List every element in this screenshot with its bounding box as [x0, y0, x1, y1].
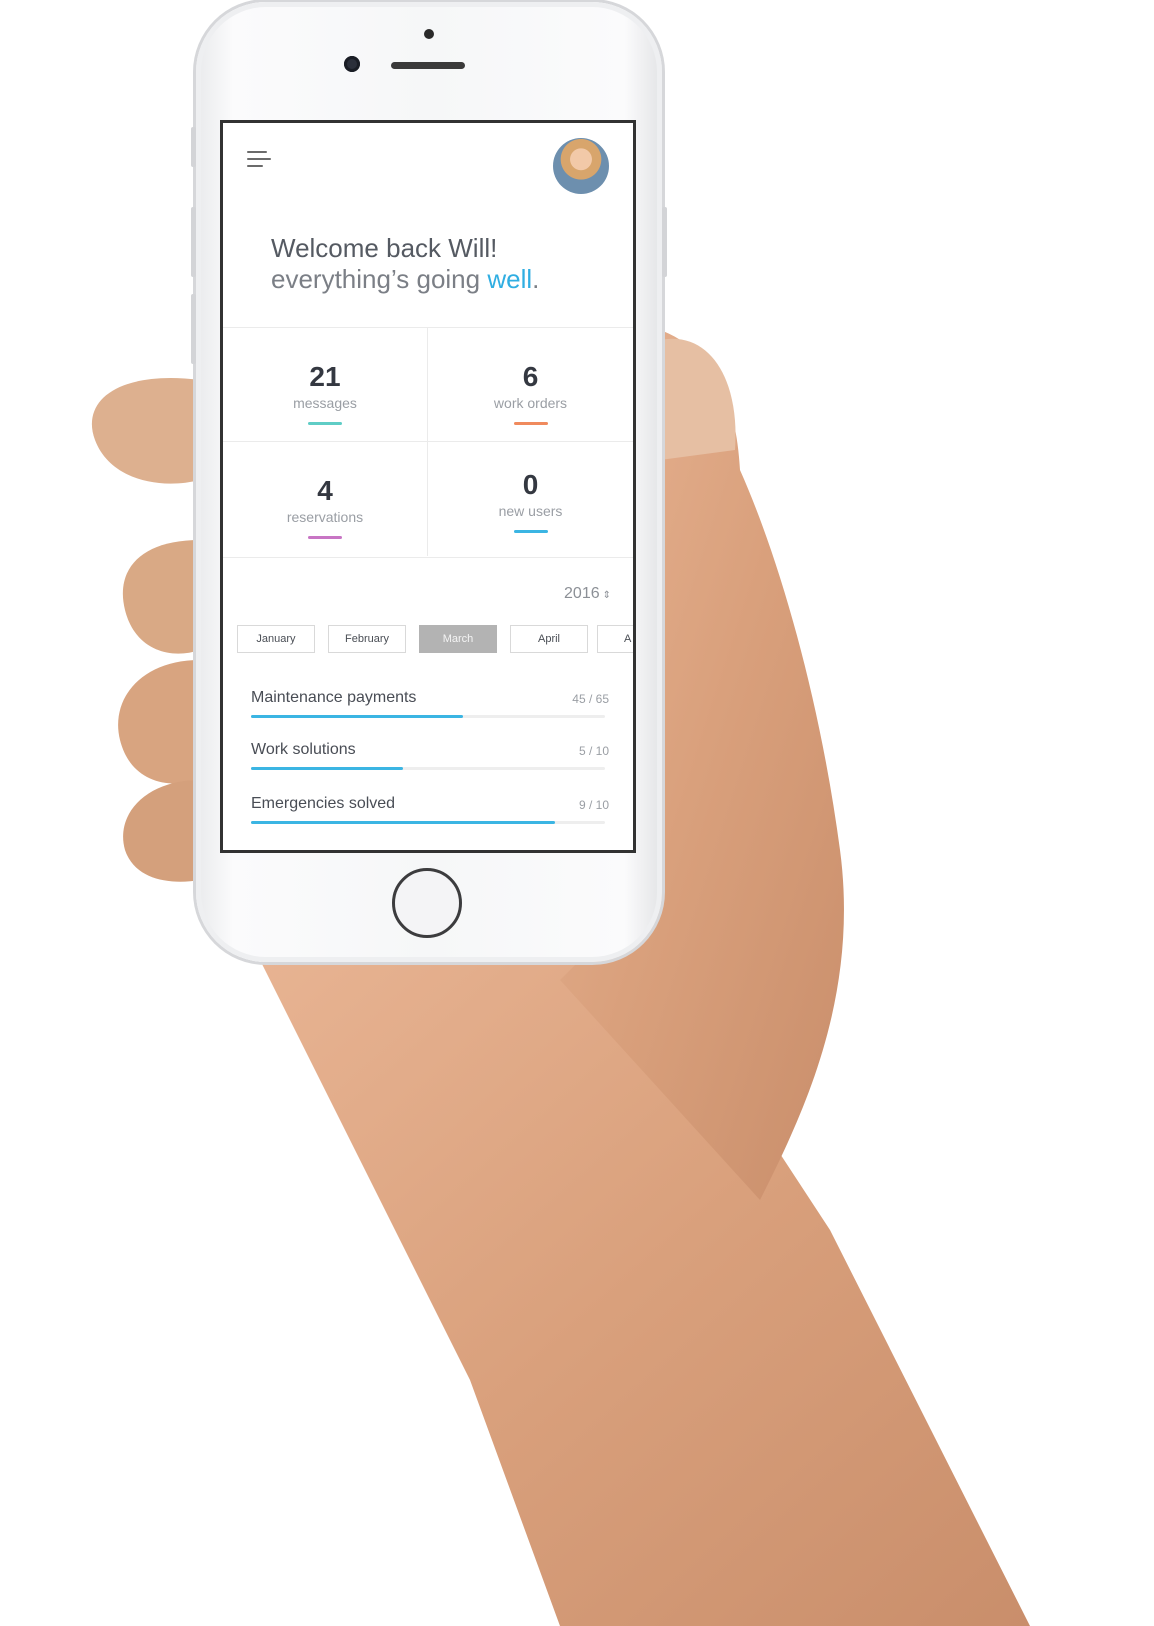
stat-new-users[interactable]: 0 new users	[428, 442, 633, 556]
welcome-title: Welcome back Will!	[271, 233, 498, 263]
year-label: 2016	[564, 585, 600, 602]
welcome-subtitle-accent: well	[487, 264, 533, 294]
stat-value: 4	[317, 475, 333, 506]
front-camera	[344, 56, 360, 72]
welcome-subtitle-text: everything’s going	[271, 264, 488, 294]
welcome-subtitle-period: .	[532, 264, 540, 294]
hamburger-menu-icon[interactable]	[247, 149, 271, 169]
stat-value: 0	[522, 469, 539, 500]
app-screen: Welcome back Will! everything’s going we…	[220, 120, 636, 853]
volume-up-button	[191, 207, 196, 277]
stat-underline	[513, 530, 548, 533]
volume-down-button	[191, 294, 196, 364]
progress-track	[251, 767, 605, 770]
sort-arrows-icon: ⇕	[602, 590, 611, 601]
power-button	[662, 207, 667, 277]
progress-fill	[251, 767, 404, 770]
month-tab[interactable]: April	[510, 625, 588, 653]
progress-count: 45 / 65	[572, 692, 609, 706]
proximity-sensor	[424, 29, 434, 39]
stat-work-orders[interactable]: 6 work orders	[428, 328, 633, 442]
progress-title: Work solutions	[251, 741, 356, 758]
stat-value: 6	[522, 361, 539, 392]
stat-label: new users	[498, 503, 563, 519]
stats-grid: 21 messages 6 work orders 4 reservations…	[223, 327, 633, 558]
welcome-subtitle: everything’s going well.	[271, 264, 539, 295]
progress-title: Maintenance payments	[251, 689, 417, 706]
month-tab[interactable]: February	[328, 625, 406, 653]
month-tabs: January February March April A	[237, 625, 633, 655]
progress-title: Emergencies solved	[251, 795, 396, 812]
month-tab[interactable]: A	[597, 625, 633, 653]
progress-count: 9 / 10	[578, 798, 609, 812]
stat-label: reservations	[286, 509, 364, 525]
mute-switch	[191, 127, 196, 167]
stat-underline	[513, 422, 548, 425]
progress-fill	[251, 715, 464, 718]
stat-reservations[interactable]: 4 reservations	[223, 442, 428, 556]
progress-count: 5 / 10	[578, 744, 609, 758]
progress-fill	[251, 821, 556, 824]
progress-track	[251, 715, 605, 718]
home-button[interactable]	[392, 868, 462, 938]
stat-underline	[308, 536, 342, 539]
progress-track	[251, 821, 605, 824]
stat-messages[interactable]: 21 messages	[223, 328, 428, 442]
month-tab[interactable]: March	[419, 625, 497, 653]
welcome-message: Welcome back Will! everything’s going we…	[271, 233, 539, 295]
stat-label: messages	[293, 395, 357, 411]
stat-underline	[308, 422, 342, 425]
stat-label: work orders	[493, 395, 568, 411]
year-selector[interactable]: 2016 ⇕	[564, 585, 611, 603]
earpiece-speaker	[391, 62, 465, 69]
month-tab[interactable]: January	[237, 625, 315, 653]
stat-value: 21	[309, 361, 341, 392]
user-avatar[interactable]	[553, 138, 609, 194]
